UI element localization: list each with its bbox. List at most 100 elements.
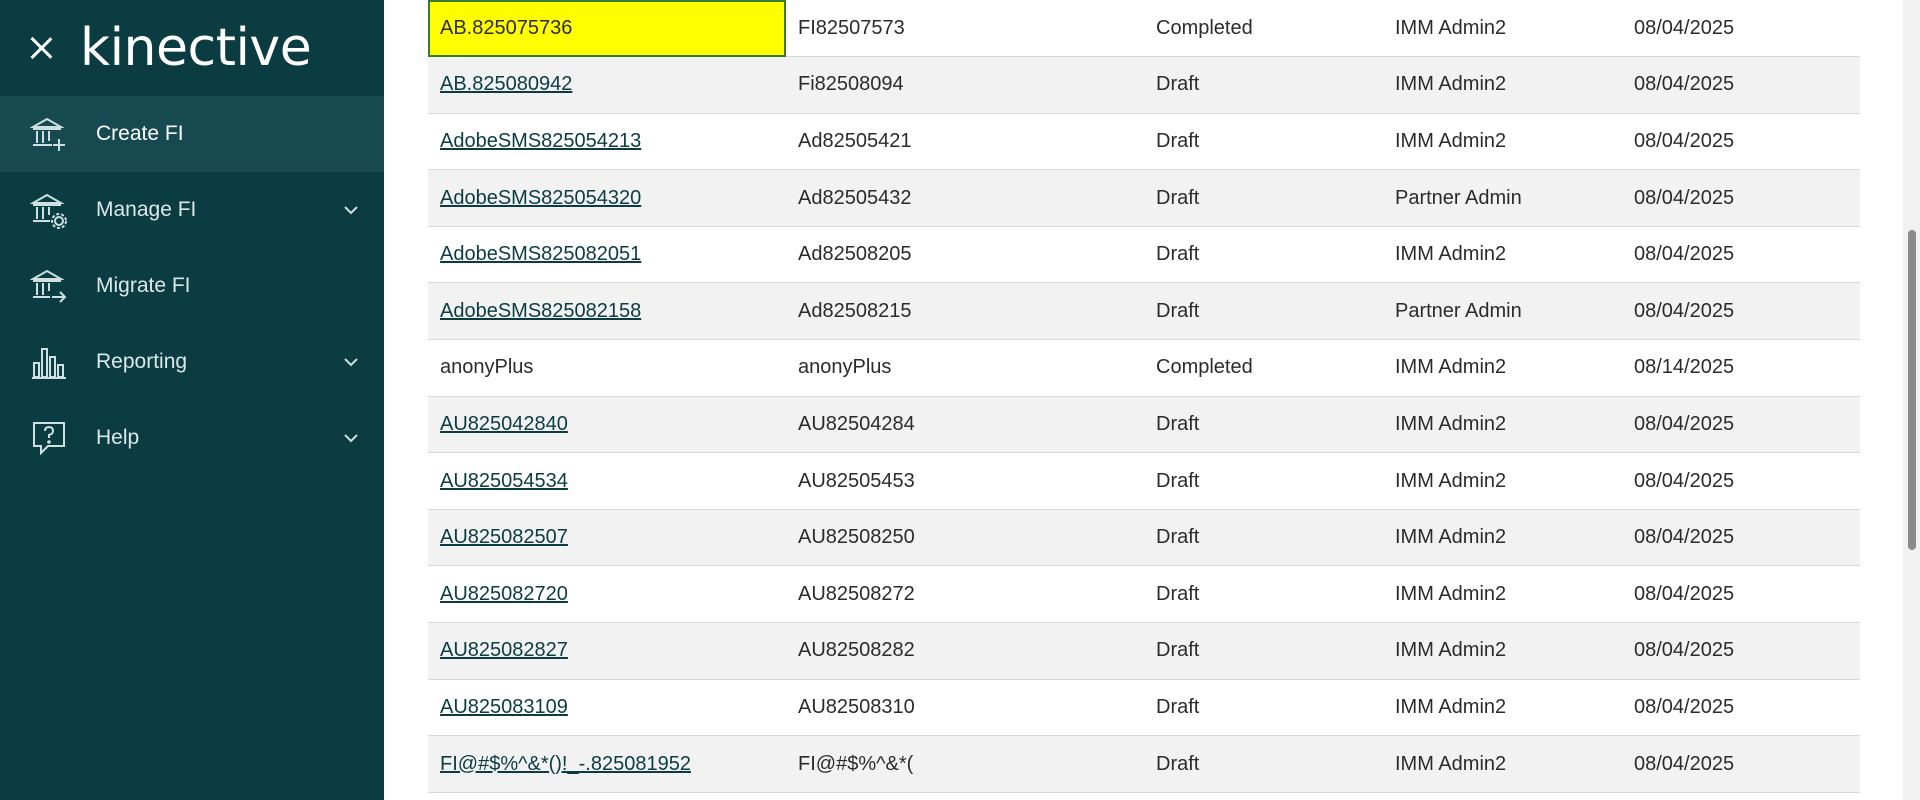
fi-name-link[interactable]: AdobeSMS825082051	[440, 243, 641, 265]
table-cell-status: Completed	[1144, 339, 1383, 397]
table-cell-code: FI@#$%^&*(	[786, 735, 1144, 793]
table-cell-status: Draft	[1144, 396, 1383, 454]
help-bubble-icon	[33, 422, 65, 456]
sidebar-item-migrate-fi[interactable]: Migrate FI	[0, 248, 384, 324]
table-cell-date: 08/04/2025	[1622, 679, 1860, 737]
fi-table: AB.825075736 FI82507573 Completed IMM Admin…	[428, 0, 1860, 793]
fi-name-link[interactable]: AdobeSMS825082158	[440, 300, 641, 322]
table-cell-user: IMM Admin2	[1383, 226, 1622, 284]
table-cell-name: AU825054534	[428, 452, 786, 510]
table-cell-user: IMM Admin2	[1383, 0, 1622, 58]
table-cell-code: Ad82505432	[786, 169, 1144, 227]
fi-name-link[interactable]: AU825042840	[440, 413, 568, 435]
table-cell-status: Draft	[1144, 679, 1383, 737]
table-cell-code: Fi82508094	[786, 56, 1144, 114]
table-cell-user: Partner Admin	[1383, 169, 1622, 227]
table-cell-code: Ad82508215	[786, 282, 1144, 341]
table-cell-name: AU825042840	[428, 396, 786, 454]
fi-name-link[interactable]: AU825082507	[440, 526, 568, 548]
table-row: AU825042840 AU82504284 Draft IMM Admin2 08/0…	[428, 396, 1860, 454]
table-row: AB.825075736 FI82507573 Completed IMM Admin…	[428, 0, 1860, 58]
kinective-logo: kinective	[80, 18, 312, 78]
sidebar-item-label: Help	[96, 426, 140, 449]
fi-name-link[interactable]: AU825082720	[440, 583, 568, 605]
table-cell-user: IMM Admin2	[1383, 735, 1622, 793]
sidebar-item-label: Migrate FI	[96, 274, 191, 297]
table-cell-code: AU82508272	[786, 565, 1144, 624]
fi-name-link[interactable]: FI@#$%^&*()!_-.825081952	[440, 753, 691, 775]
table-cell-user: IMM Admin2	[1383, 509, 1622, 567]
table-cell-name[interactable]: anonyPlus	[428, 339, 786, 397]
table-cell-code: AU82505453	[786, 452, 1144, 510]
table-cell-date: 08/04/2025	[1622, 113, 1860, 171]
table-cell-code: anonyPlus	[786, 339, 1144, 397]
table-row: AU825082507 AU82508250 Draft IMM Admin2 08/0…	[428, 509, 1860, 567]
main-content: AB.825075736 FI82507573 Completed IMM Admin…	[384, 0, 1920, 800]
bank-migrate-icon	[30, 269, 67, 303]
table-cell-status: Draft	[1144, 735, 1383, 793]
fi-name-link[interactable]: AB.825080942	[440, 73, 572, 95]
table-cell-code: Ad82508205	[786, 226, 1144, 284]
table-row: AU825082827 AU82508282 Draft IMM Admin2 08/0…	[428, 622, 1860, 680]
table-cell-code: AU82508250	[786, 509, 1144, 567]
sidebar-item-reporting[interactable]: Reporting	[0, 324, 384, 400]
sidebar-item-create-fi[interactable]: Create FI	[0, 96, 384, 172]
fi-name-link[interactable]: AdobeSMS825054320	[440, 187, 641, 209]
table-cell-date: 08/04/2025	[1622, 735, 1860, 793]
table-row: anonyPlus anonyPlus Completed IMM Admin2 08/…	[428, 339, 1860, 397]
table-cell-name: AdobeSMS825082158	[428, 282, 786, 341]
table-row: AB.825080942 Fi82508094 Draft IMM Admin2 08/…	[428, 56, 1860, 114]
table-cell-code: FI82507573	[786, 0, 1144, 58]
table-cell-name: AU825083109	[428, 679, 786, 737]
fi-name-link[interactable]: AU825054534	[440, 470, 568, 492]
table-cell-code: AU82508310	[786, 679, 1144, 737]
table-cell-date: 08/04/2025	[1622, 509, 1860, 567]
table-cell-user: IMM Admin2	[1383, 396, 1622, 454]
scrollbar-thumb[interactable]	[1908, 230, 1916, 550]
table-cell-date: 08/04/2025	[1622, 169, 1860, 227]
table-cell-code: Ad82505421	[786, 113, 1144, 171]
table-cell-name: AdobeSMS825054320	[428, 169, 786, 227]
table-cell-user: IMM Admin2	[1383, 679, 1622, 737]
table-cell-status: Draft	[1144, 622, 1383, 680]
fi-name-link[interactable]: AdobeSMS825054213	[440, 130, 641, 152]
fi-name-link[interactable]: AU825082827	[440, 639, 568, 661]
table-cell-user: IMM Admin2	[1383, 565, 1622, 624]
table-cell-name: AdobeSMS825082051	[428, 226, 786, 284]
table-cell-code: AU82508282	[786, 622, 1144, 680]
table-cell-name: AU825082720	[428, 565, 786, 624]
bank-add-icon	[30, 117, 65, 151]
table-cell-status: Draft	[1144, 452, 1383, 510]
table-cell-date: 08/04/2025	[1622, 56, 1860, 114]
sidebar-item-help[interactable]: Help	[0, 400, 384, 476]
table-row: AdobeSMS825082051 Ad82508205 Draft IMM Admi…	[428, 226, 1860, 284]
sidebar-item-label: Manage FI	[96, 198, 197, 221]
vertical-scrollbar[interactable]	[1903, 0, 1920, 800]
table-cell-date: 08/04/2025	[1622, 565, 1860, 624]
fi-name-link[interactable]: AU825083109	[440, 696, 568, 718]
table-cell-user: IMM Admin2	[1383, 452, 1622, 510]
sidebar-item-label: Create FI	[96, 122, 184, 145]
table-cell-user: Partner Admin	[1383, 282, 1622, 341]
table-cell-date: 08/04/2025	[1622, 396, 1860, 454]
table-cell-name: AU825082507	[428, 509, 786, 567]
close-menu-icon[interactable]	[26, 33, 56, 63]
table-cell-date: 08/04/2025	[1622, 226, 1860, 284]
table-row: AU825083109 AU82508310 Draft IMM Admin2 08/0…	[428, 679, 1860, 737]
table-cell-user: IMM Admin2	[1383, 622, 1622, 680]
chevron-down-icon	[344, 358, 358, 367]
table-row: AdobeSMS825054213 Ad82505421 Draft IMM Admi…	[428, 113, 1860, 171]
table-cell-name: AB.825080942	[428, 56, 786, 114]
table-row: FI@#$%^&*()!_-.825081952 FI@#$%^&*(Draft I…	[428, 735, 1860, 793]
table-cell-status: Draft	[1144, 509, 1383, 567]
sidebar-item-manage-fi[interactable]: Manage FI	[0, 172, 384, 248]
table-cell-status: Draft	[1144, 565, 1383, 624]
table-cell-date: 08/04/2025	[1622, 282, 1860, 341]
chevron-down-icon	[344, 206, 358, 215]
table-cell-date: 08/14/2025	[1622, 339, 1860, 397]
table-cell-date: 08/04/2025	[1622, 622, 1860, 680]
table-cell-name[interactable]: AB.825075736	[428, 0, 786, 58]
table-row: AU825082720 AU82508272 Draft IMM Admin2 08/0…	[428, 565, 1860, 624]
sidebar: kinective Create FI Manage FI Migrate FI	[0, 0, 384, 800]
sidebar-item-label: Reporting	[96, 350, 188, 373]
